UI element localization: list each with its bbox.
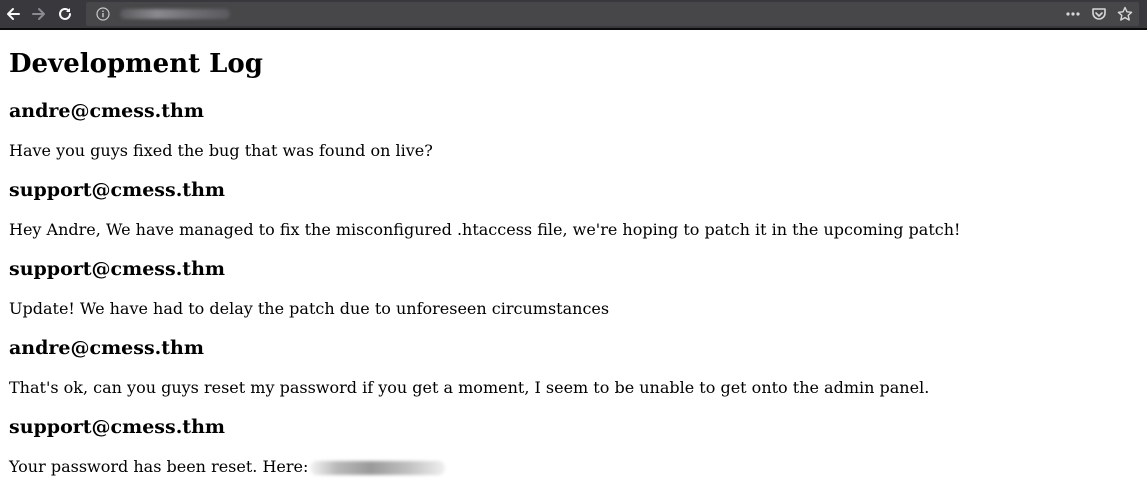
arrow-left-icon bbox=[7, 8, 20, 20]
back-button[interactable] bbox=[0, 0, 26, 29]
entry-author: support@cmess.thm bbox=[9, 416, 226, 438]
entry-author: andre@cmess.thm bbox=[9, 100, 204, 122]
reload-icon bbox=[59, 7, 71, 20]
entry-message: That's ok, can you guys reset my passwor… bbox=[9, 378, 930, 397]
redacted-password bbox=[310, 460, 446, 475]
url-bar[interactable] bbox=[86, 2, 1139, 26]
reload-button[interactable] bbox=[52, 0, 78, 29]
pocket-button[interactable] bbox=[1089, 4, 1109, 24]
url-text-redacted bbox=[120, 9, 230, 19]
entry-author: support@cmess.thm bbox=[9, 258, 226, 280]
entry-message: Hey Andre, We have managed to fix the mi… bbox=[9, 220, 961, 239]
entry-message: Update! We have had to delay the patch d… bbox=[9, 299, 610, 318]
info-icon[interactable] bbox=[96, 7, 110, 21]
page-actions-button[interactable] bbox=[1063, 4, 1083, 24]
star-icon bbox=[1117, 6, 1133, 21]
arrow-right-icon bbox=[32, 8, 45, 20]
entry-author: andre@cmess.thm bbox=[9, 337, 204, 359]
entry-message: Have you guys fixed the bug that was fou… bbox=[9, 141, 433, 160]
pocket-icon bbox=[1092, 8, 1106, 20]
browser-toolbar bbox=[0, 0, 1147, 30]
entry-message: Your password has been reset. Here: bbox=[9, 457, 309, 476]
more-horizontal-icon bbox=[1066, 12, 1080, 16]
bookmark-button[interactable] bbox=[1115, 4, 1135, 24]
page-content: Development Log andre@cmess.thm Have you… bbox=[0, 50, 1147, 477]
forward-button[interactable] bbox=[26, 0, 52, 29]
entry-message-with-password: Your password has been reset. Here: bbox=[9, 457, 1138, 477]
entry-author: support@cmess.thm bbox=[9, 179, 226, 201]
page-title: Development Log bbox=[9, 49, 263, 79]
